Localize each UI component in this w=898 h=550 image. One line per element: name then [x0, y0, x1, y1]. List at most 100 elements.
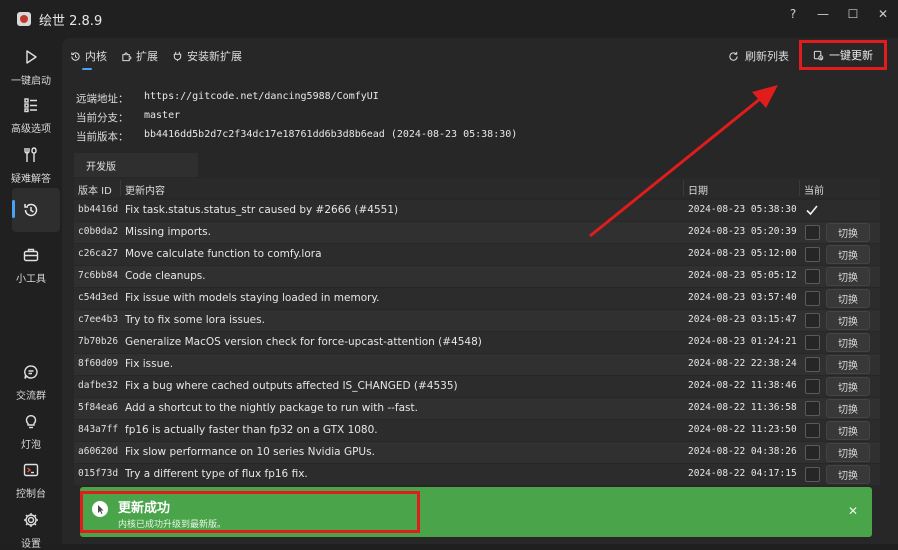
sidebar-item-community[interactable]: 交流群: [0, 363, 62, 402]
sidebar-item-bulb[interactable]: 灯泡: [0, 412, 62, 451]
row-version-id: c54d3ed: [78, 292, 119, 303]
version-label: 当前版本：: [76, 131, 129, 143]
help-button[interactable]: ?: [778, 0, 808, 28]
branch-tab-dev[interactable]: 开发版: [74, 153, 198, 177]
sidebar-item-console[interactable]: 控制台: [0, 461, 62, 500]
play-icon: [26, 50, 37, 64]
current-checkbox[interactable]: [805, 225, 820, 240]
sidebar-item-label: 一键启动: [11, 76, 51, 87]
sidebar-item-label: 设置: [21, 539, 41, 550]
header-message: 更新内容: [125, 186, 165, 197]
current-checkbox[interactable]: [805, 379, 820, 394]
sidebar-item-troubleshoot[interactable]: 疑难解答: [0, 146, 62, 185]
tab-label: 扩展: [136, 50, 158, 63]
toast-title: 更新成功: [118, 501, 171, 516]
sidebar-item-label: 高级选项: [11, 124, 51, 135]
one-click-update-button[interactable]: 一键更新: [799, 40, 887, 70]
header-id: 版本 ID: [78, 186, 112, 197]
branch-row: 当前分支： master: [76, 110, 180, 125]
tab-bar: 内核 扩展 安装新扩展: [70, 48, 256, 64]
sidebar-item-label: 控制台: [16, 489, 46, 500]
tab-install-extension[interactable]: 安装新扩展: [172, 48, 242, 64]
row-message: Fix task.status.status_str caused by #26…: [125, 204, 399, 216]
toolbox-icon: [23, 248, 39, 262]
bulb-icon: [25, 415, 37, 429]
console-icon: [23, 463, 39, 477]
minimize-button[interactable]: —: [808, 0, 838, 28]
current-checkbox[interactable]: [805, 423, 820, 438]
sidebar-item-version[interactable]: [0, 201, 62, 219]
switch-button[interactable]: 切换: [826, 223, 870, 242]
maximize-button[interactable]: ☐: [838, 0, 868, 28]
row-message: Move calculate function to comfy.lora: [125, 248, 322, 260]
switch-button[interactable]: 切换: [826, 289, 870, 308]
gear-icon: [24, 513, 38, 527]
table-body: bb4416d Fix task.status.status_str caused…: [74, 200, 880, 486]
toast-close-button[interactable]: ✕: [848, 504, 858, 518]
switch-button[interactable]: 切换: [826, 311, 870, 330]
chat-icon: [24, 365, 38, 379]
row-message: Try to fix some lora issues.: [125, 314, 265, 326]
current-checkbox[interactable]: [805, 335, 820, 350]
sidebar-item-launch[interactable]: 一键启动: [0, 48, 62, 87]
row-message: Fix a bug where cached outputs affected …: [125, 380, 458, 392]
checkmark-icon: [806, 205, 818, 216]
tab-kernel[interactable]: 内核: [70, 48, 107, 64]
sidebar-item-settings[interactable]: 设置: [0, 511, 62, 550]
row-date: 2024-08-23 01:24:21: [688, 336, 797, 347]
current-checkbox[interactable]: [805, 357, 820, 372]
row-message: Missing imports.: [125, 226, 211, 238]
main-panel: 内核 扩展 安装新扩展 刷新列表 一键更新 远端地址： https://gitc…: [62, 38, 898, 544]
row-message: fp16 is actually faster than fp32 on a G…: [125, 424, 378, 436]
table-row: dafbe32 Fix a bug where cached outputs af…: [74, 376, 880, 397]
version-value: bb4416dd5b2d7c2f34dc17e18761dd6b3d8b6ead…: [144, 129, 518, 140]
plug-icon: [173, 51, 182, 61]
row-date: 2024-08-23 03:15:47: [688, 314, 797, 325]
switch-button[interactable]: 切换: [826, 399, 870, 418]
column-divider: [799, 180, 800, 196]
current-checkbox[interactable]: [805, 247, 820, 262]
row-date: 2024-08-22 11:36:58: [688, 402, 797, 413]
switch-button[interactable]: 切换: [826, 267, 870, 286]
switch-button[interactable]: 切换: [826, 333, 870, 352]
remote-label: 远端地址：: [76, 93, 129, 105]
close-button[interactable]: ✕: [868, 0, 898, 28]
sidebar-item-tools[interactable]: 小工具: [0, 246, 62, 285]
tab-label: 安装新扩展: [187, 50, 242, 63]
current-checkbox[interactable]: [805, 291, 820, 306]
table-row: 7c6bb84 Code cleanups. 2024-08-23 05:05:12…: [74, 266, 880, 287]
row-message: Try a different type of flux fp16 fix.: [125, 468, 308, 480]
title-bar: 绘世 2.8.9 ? — ☐ ✕: [0, 0, 898, 38]
row-version-id: 8f60d09: [78, 358, 119, 369]
table-row: 8f60d09 Fix issue. 2024-08-22 22:38:24 切换: [74, 354, 880, 375]
current-checkbox[interactable]: [805, 269, 820, 284]
branch-label: 当前分支：: [76, 112, 129, 124]
current-checkbox[interactable]: [805, 313, 820, 328]
current-checkbox[interactable]: [805, 401, 820, 416]
switch-button[interactable]: 切换: [826, 377, 870, 396]
wrench-icon: [24, 147, 37, 162]
switch-button[interactable]: 切换: [826, 465, 870, 484]
tab-extensions[interactable]: 扩展: [121, 48, 158, 64]
toast-message: 内核已成功升级到最新版。: [118, 520, 227, 530]
refresh-list-button[interactable]: 刷新列表: [728, 48, 789, 64]
history-icon: [71, 51, 80, 61]
current-checkbox[interactable]: [805, 203, 818, 216]
active-tab-indicator: [82, 68, 92, 70]
sidebar-item-advanced[interactable]: 高级选项: [0, 96, 62, 135]
cursor-icon: [92, 501, 108, 517]
current-checkbox[interactable]: [805, 445, 820, 460]
refresh-icon: [729, 51, 738, 61]
switch-button[interactable]: 切换: [826, 421, 870, 440]
version-row: 当前版本： bb4416dd5b2d7c2f34dc17e18761dd6b3d…: [76, 129, 517, 144]
current-checkbox[interactable]: [805, 467, 820, 482]
row-message: Add a shortcut to the nightly package to…: [125, 402, 418, 414]
switch-button[interactable]: 切换: [826, 443, 870, 462]
row-date: 2024-08-22 11:38:46: [688, 380, 797, 391]
puzzle-icon: [122, 51, 132, 61]
switch-button[interactable]: 切换: [826, 245, 870, 264]
row-version-id: 7b70b26: [78, 336, 119, 347]
sidebar: 一键启动 高级选项 疑难解答 小工具 交流群 灯泡 控制台 设置: [0, 38, 62, 550]
row-date: 2024-08-22 11:23:50: [688, 424, 797, 435]
switch-button[interactable]: 切换: [826, 355, 870, 374]
